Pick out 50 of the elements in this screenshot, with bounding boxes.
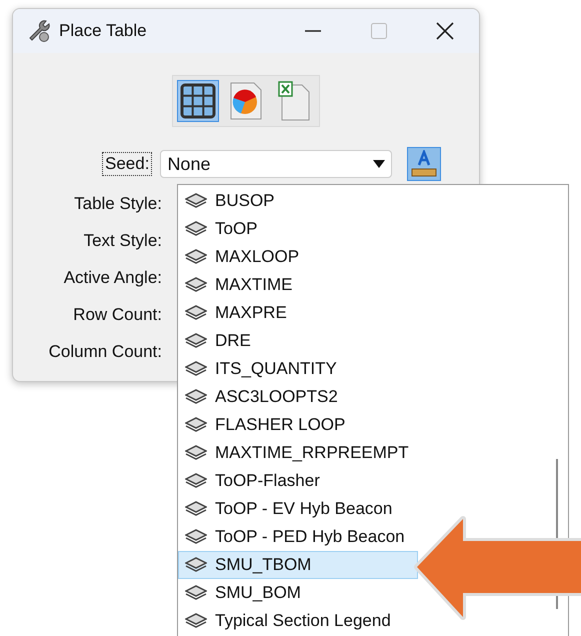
stack-icon (185, 585, 207, 601)
field-label: Table Style: (73, 194, 163, 214)
text-style-button[interactable] (407, 147, 442, 181)
field-label: Active Angle: (62, 268, 163, 288)
grid-icon (180, 83, 216, 119)
seed-list-item[interactable]: ToOP - PED Hyb Beacon (178, 523, 418, 551)
seed-list-item[interactable]: Typical Section Legend (178, 607, 418, 635)
mode-button[interactable] (177, 80, 219, 122)
field-label: Text Style: (82, 231, 163, 251)
field-label: Column Count: (48, 342, 163, 362)
seed-list-item[interactable]: SMU_BOM (178, 579, 418, 607)
dropdown-caret-icon (373, 160, 386, 168)
seed-list-item[interactable]: ToOP (178, 215, 418, 243)
stack-icon (185, 389, 207, 405)
seed-list-item[interactable]: FLASHER LOOP (178, 411, 418, 439)
stack-icon (185, 249, 207, 265)
seed-label: Seed: (102, 152, 152, 176)
seed-list-item[interactable]: BUSOP (178, 187, 418, 215)
seed-list-item[interactable]: MAXLOOP (178, 243, 418, 271)
stack-icon (185, 557, 207, 573)
spreadsheet-file-icon (278, 81, 310, 121)
stack-icon (185, 305, 207, 321)
seed-list-item[interactable]: ITS_QUANTITY (178, 355, 418, 383)
stack-icon (185, 473, 207, 489)
seed-list-item[interactable]: MAXTIME (178, 271, 418, 299)
seed-list-item[interactable]: SMU_TBOM (178, 551, 418, 579)
text-ruler-icon (411, 150, 438, 178)
seed-list-item[interactable]: ToOP - EV Hyb Beacon (178, 495, 418, 523)
stack-icon (185, 277, 207, 293)
close-icon (435, 21, 455, 41)
seed-list-item[interactable]: ASC3LOOPTS2 (178, 383, 418, 411)
stack-icon (185, 361, 207, 377)
pie-chart-icon (230, 82, 262, 120)
field-label: Row Count: (72, 305, 163, 325)
stack-icon (185, 613, 207, 629)
minimize-icon (305, 30, 321, 32)
maximize-icon (370, 22, 388, 40)
stack-icon (185, 417, 207, 433)
seed-list-item[interactable]: ToOP-Flasher (178, 467, 418, 495)
stack-icon (185, 193, 207, 209)
stack-icon (185, 501, 207, 517)
seed-list-item[interactable]: DRE (178, 327, 418, 355)
stack-icon (185, 445, 207, 461)
stack-icon (185, 221, 207, 237)
stack-icon (185, 333, 207, 349)
seed-dropdown[interactable]: None (160, 150, 392, 178)
window-title: Place Table (59, 21, 148, 41)
seed-list-item[interactable]: MAXTIME_RRPREEMPT (178, 439, 418, 467)
seed-list-item[interactable]: MAXPRE (178, 299, 418, 327)
stack-icon (185, 529, 207, 545)
